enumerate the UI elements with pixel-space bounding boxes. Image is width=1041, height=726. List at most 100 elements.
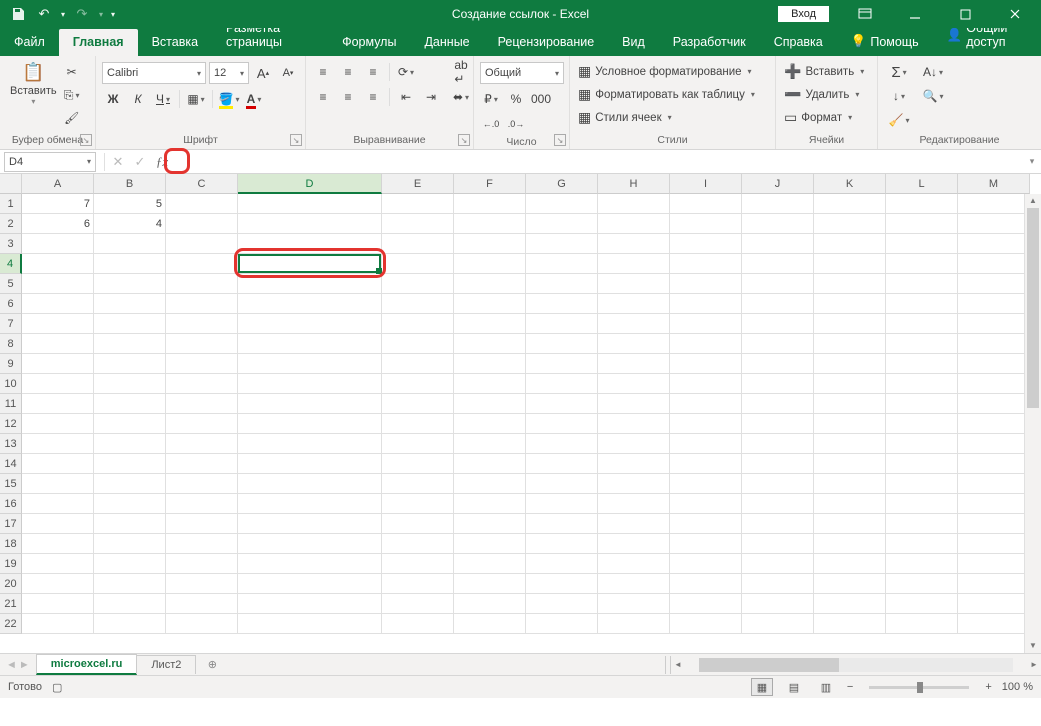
orientation-icon[interactable]: ⟳▾ bbox=[395, 62, 417, 82]
qat-customize-icon[interactable]: ▾ bbox=[108, 2, 118, 26]
cell-A16[interactable] bbox=[22, 494, 94, 514]
cell-C22[interactable] bbox=[166, 614, 238, 634]
row-header-19[interactable]: 19 bbox=[0, 554, 22, 574]
cell-F10[interactable] bbox=[454, 374, 526, 394]
cell-E10[interactable] bbox=[382, 374, 454, 394]
cell-K15[interactable] bbox=[814, 474, 886, 494]
cell-G13[interactable] bbox=[526, 434, 598, 454]
cell-I15[interactable] bbox=[670, 474, 742, 494]
cell-H20[interactable] bbox=[598, 574, 670, 594]
cell-A2[interactable]: 6 bbox=[22, 214, 94, 234]
cell-C6[interactable] bbox=[166, 294, 238, 314]
row-header-12[interactable]: 12 bbox=[0, 414, 22, 434]
add-sheet-icon[interactable]: ⊕ bbox=[201, 658, 223, 671]
cell-F20[interactable] bbox=[454, 574, 526, 594]
zoom-slider[interactable] bbox=[869, 686, 969, 689]
cell-B5[interactable] bbox=[94, 274, 166, 294]
cell-B19[interactable] bbox=[94, 554, 166, 574]
align-right-icon[interactable]: ≡ bbox=[362, 87, 384, 107]
cell-D21[interactable] bbox=[238, 594, 382, 614]
cell-F22[interactable] bbox=[454, 614, 526, 634]
cell-K4[interactable] bbox=[814, 254, 886, 274]
cell-C10[interactable] bbox=[166, 374, 238, 394]
row-header-16[interactable]: 16 bbox=[0, 494, 22, 514]
cell-J9[interactable] bbox=[742, 354, 814, 374]
cell-D14[interactable] bbox=[238, 454, 382, 474]
cell-A22[interactable] bbox=[22, 614, 94, 634]
cell-M19[interactable] bbox=[958, 554, 1030, 574]
hscroll-thumb[interactable] bbox=[699, 658, 839, 672]
cell-D2[interactable] bbox=[238, 214, 382, 234]
cell-L11[interactable] bbox=[886, 394, 958, 414]
undo-dropdown-icon[interactable]: ▾ bbox=[58, 2, 68, 26]
cell-C12[interactable] bbox=[166, 414, 238, 434]
cell-K19[interactable] bbox=[814, 554, 886, 574]
cell-C11[interactable] bbox=[166, 394, 238, 414]
cell-J8[interactable] bbox=[742, 334, 814, 354]
cell-M5[interactable] bbox=[958, 274, 1030, 294]
cell-K16[interactable] bbox=[814, 494, 886, 514]
tab-developer[interactable]: Разработчик bbox=[659, 29, 760, 56]
cell-H13[interactable] bbox=[598, 434, 670, 454]
col-header-E[interactable]: E bbox=[382, 174, 454, 194]
cell-B9[interactable] bbox=[94, 354, 166, 374]
cell-A14[interactable] bbox=[22, 454, 94, 474]
formula-expand-icon[interactable]: ▾ bbox=[1023, 156, 1041, 167]
cell-K20[interactable] bbox=[814, 574, 886, 594]
number-dialog-icon[interactable]: ↘ bbox=[554, 134, 566, 146]
cell-L4[interactable] bbox=[886, 254, 958, 274]
cell-L21[interactable] bbox=[886, 594, 958, 614]
comma-icon[interactable]: 000 bbox=[530, 89, 552, 109]
cell-K22[interactable] bbox=[814, 614, 886, 634]
cell-L6[interactable] bbox=[886, 294, 958, 314]
cell-F17[interactable] bbox=[454, 514, 526, 534]
col-header-K[interactable]: K bbox=[814, 174, 886, 194]
page-layout-icon[interactable]: ▤ bbox=[783, 678, 805, 696]
autosum-icon[interactable]: Σ▾ bbox=[884, 62, 914, 82]
cell-F8[interactable] bbox=[454, 334, 526, 354]
cell-C9[interactable] bbox=[166, 354, 238, 374]
cell-C17[interactable] bbox=[166, 514, 238, 534]
cell-E3[interactable] bbox=[382, 234, 454, 254]
cell-D20[interactable] bbox=[238, 574, 382, 594]
cell-F3[interactable] bbox=[454, 234, 526, 254]
cell-A11[interactable] bbox=[22, 394, 94, 414]
cell-H3[interactable] bbox=[598, 234, 670, 254]
cell-B6[interactable] bbox=[94, 294, 166, 314]
cell-G17[interactable] bbox=[526, 514, 598, 534]
row-header-3[interactable]: 3 bbox=[0, 234, 22, 254]
bold-button[interactable]: Ж bbox=[102, 89, 124, 109]
cell-G3[interactable] bbox=[526, 234, 598, 254]
cell-M11[interactable] bbox=[958, 394, 1030, 414]
cell-C1[interactable] bbox=[166, 194, 238, 214]
redo-dropdown-icon[interactable]: ▾ bbox=[96, 2, 106, 26]
col-header-M[interactable]: M bbox=[958, 174, 1030, 194]
cell-E15[interactable] bbox=[382, 474, 454, 494]
cell-B14[interactable] bbox=[94, 454, 166, 474]
name-box[interactable]: D4▾ bbox=[4, 152, 96, 172]
cell-J21[interactable] bbox=[742, 594, 814, 614]
zoom-in-icon[interactable]: + bbox=[985, 681, 991, 693]
undo-icon[interactable]: ↶ bbox=[32, 2, 56, 26]
tab-formulas[interactable]: Формулы bbox=[328, 29, 410, 56]
cell-K13[interactable] bbox=[814, 434, 886, 454]
cell-I7[interactable] bbox=[670, 314, 742, 334]
cell-L10[interactable] bbox=[886, 374, 958, 394]
scroll-up-icon[interactable]: ▲ bbox=[1025, 194, 1041, 208]
cell-B12[interactable] bbox=[94, 414, 166, 434]
currency-icon[interactable]: ₽▾ bbox=[480, 89, 502, 109]
zoom-value[interactable]: 100 % bbox=[1002, 681, 1033, 693]
row-header-9[interactable]: 9 bbox=[0, 354, 22, 374]
cell-E2[interactable] bbox=[382, 214, 454, 234]
cell-H11[interactable] bbox=[598, 394, 670, 414]
cell-D1[interactable] bbox=[238, 194, 382, 214]
cell-L14[interactable] bbox=[886, 454, 958, 474]
cell-M8[interactable] bbox=[958, 334, 1030, 354]
cell-J7[interactable] bbox=[742, 314, 814, 334]
cell-D4[interactable] bbox=[238, 254, 382, 274]
cell-M21[interactable] bbox=[958, 594, 1030, 614]
cell-C2[interactable] bbox=[166, 214, 238, 234]
cell-B2[interactable]: 4 bbox=[94, 214, 166, 234]
row-header-4[interactable]: 4 bbox=[0, 254, 22, 274]
cell-H5[interactable] bbox=[598, 274, 670, 294]
